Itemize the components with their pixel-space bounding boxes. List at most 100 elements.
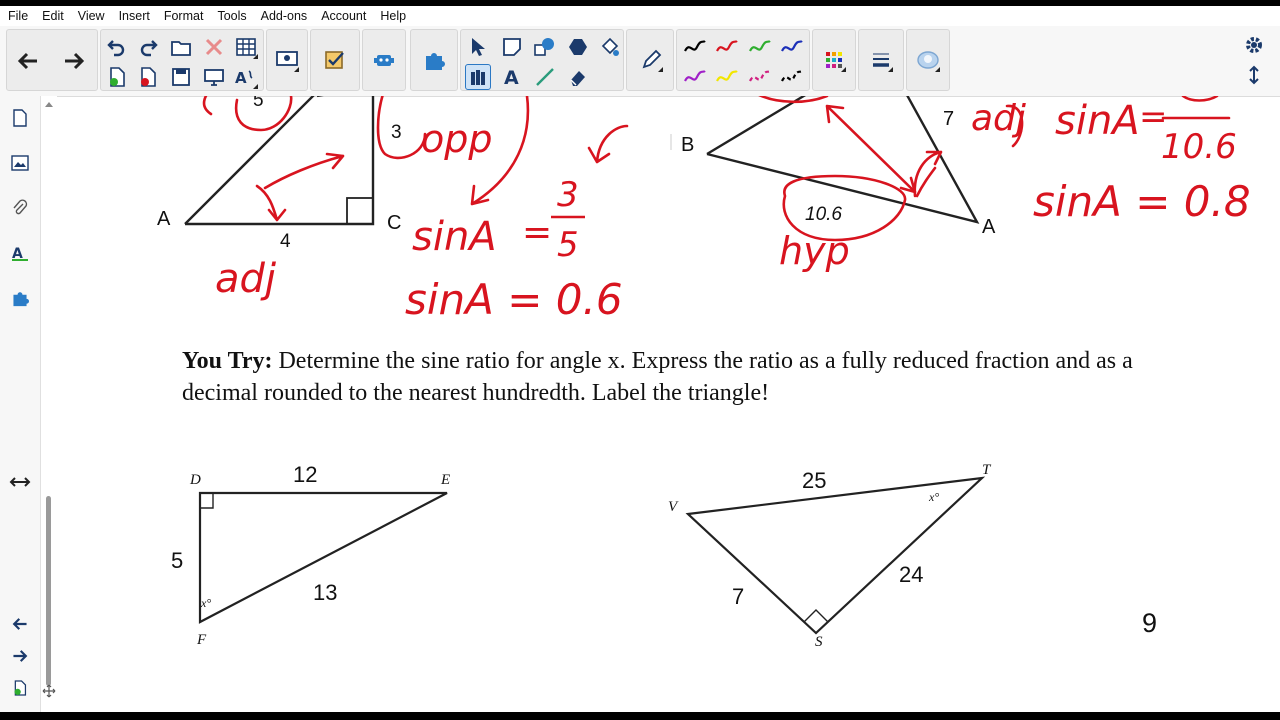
vertex-t: T [982,462,991,478]
undo-button[interactable] [104,34,130,60]
paint-bucket-icon [601,37,619,56]
page-sorter-tab[interactable] [8,106,32,130]
pen-color-blue[interactable] [779,34,805,60]
menu-insert[interactable]: Insert [112,9,157,23]
gear-icon [1246,37,1262,53]
next-page-button[interactable] [61,48,87,74]
settings-button[interactable] [1241,32,1267,58]
dropdown-indicator [294,67,299,72]
menu-bar: File Edit View Insert Format Tools Add-o… [0,6,1280,26]
menu-addons[interactable]: Add-ons [254,9,315,23]
page-delete-icon [141,67,156,87]
open-file-button[interactable] [168,34,194,60]
ink-ex2-eq2: sinA = 0.8 [1033,177,1251,226]
addons-button[interactable] [421,47,447,73]
sidebar-next-page-button[interactable] [8,644,32,668]
menu-tools[interactable]: Tools [210,9,253,23]
widget-group [362,29,406,91]
menu-file[interactable]: File [0,9,35,23]
pen-stroke-icon [749,40,771,52]
sidebar-add-page-button[interactable] [8,676,32,700]
pen-color-magenta-dashed[interactable] [747,64,773,90]
ink-eq1-num: 3 [557,175,579,215]
screenshot-group [266,29,308,91]
triangle2-right-angle-mark [803,609,829,623]
dropdown-indicator [841,67,846,72]
ink-ex2-eq1-den: 10.6 [1161,127,1237,167]
pen-color-green[interactable] [747,34,773,60]
triangle1-side-hyp: 13 [313,580,338,605]
page-add-icon [14,680,27,696]
pen-color-black[interactable] [682,34,708,60]
sidebar-toggle-button[interactable] [8,470,32,494]
gallery-tab[interactable] [8,151,32,175]
you-try-instructions: You Try: Determine the sine ratio for an… [182,345,1142,409]
vertical-scrollbar[interactable] [41,96,57,712]
pen-stroke-icon [684,70,706,82]
sidebar-previous-page-button[interactable] [8,612,32,636]
addons-tab[interactable] [8,286,32,310]
markers-icon [471,70,485,85]
edit-group: A [100,29,264,91]
delete-button[interactable] [201,34,227,60]
vertex-s: S [815,634,823,650]
pen-stroke-icon [781,40,803,52]
select-tool-button[interactable] [465,34,491,60]
ink-adj-1: adj [215,256,277,302]
polygon-tool-button[interactable] [565,34,591,60]
triangle1-side-left: 5 [171,548,184,573]
screenshot-button[interactable] [274,47,300,73]
pen-button[interactable] [638,47,664,73]
properties-tab[interactable]: A [8,241,32,265]
pen-color-red[interactable] [714,34,740,60]
activity-button[interactable] [322,47,348,73]
horizontal-arrows-icon [9,477,31,487]
pen-stroke-icon [684,40,706,52]
line-width-group [858,29,904,91]
widget-button[interactable] [371,47,397,73]
shape-tool-button[interactable] [532,34,558,60]
handwriting-recognition-button[interactable]: A [233,64,259,90]
menu-edit[interactable]: Edit [35,9,71,23]
effects-button[interactable] [915,47,941,73]
line-icon [536,68,554,86]
menu-account[interactable]: Account [314,9,373,23]
menu-view[interactable]: View [71,9,112,23]
shapes-icon [534,38,554,56]
scrollbar-thumb[interactable] [46,496,51,686]
triangle2-side-top: 25 [802,468,827,493]
vertex-e: E [441,472,451,488]
pen-color-black-dashed[interactable] [779,64,805,90]
save-button[interactable] [168,64,194,90]
vertex-f: F [197,632,207,648]
whiteboard-canvas[interactable]: A C 4 3 5 B A 7 10.6 opp adj sinA = 3 5 … [57,96,1280,712]
text-properties-icon: A [12,246,28,262]
line-tool-button[interactable] [532,64,558,90]
ink-eq2: sinA = 0.6 [405,275,623,324]
cursor-arrow-icon [472,38,485,56]
triangle2-side-right: 24 [899,562,924,587]
delete-page-button[interactable] [135,64,161,90]
redo-button[interactable] [135,34,161,60]
pen-stroke-icon [716,40,738,52]
screen-icon [204,69,224,86]
toolbar-position-button[interactable] [1241,62,1267,88]
screen-capture-button[interactable] [201,64,227,90]
fill-tool-button[interactable] [597,34,623,60]
menu-format[interactable]: Format [157,9,211,23]
pen-color-purple[interactable] [682,64,708,90]
color-palette-button[interactable] [821,47,847,73]
text-tool-button[interactable]: A [499,64,525,90]
new-page-button[interactable] [104,64,130,90]
table-button[interactable] [233,34,259,60]
pen-color-yellow[interactable] [714,64,740,90]
attachments-tab[interactable] [8,196,32,220]
menu-help[interactable]: Help [373,9,413,23]
line-width-button[interactable] [868,47,894,73]
eraser-tool-button[interactable] [565,64,591,90]
dropdown-indicator [935,67,940,72]
previous-page-button[interactable] [15,48,41,74]
ink-equals-1: = [522,212,552,253]
sticky-note-button[interactable] [499,34,525,60]
pen-tools-button[interactable] [465,64,491,90]
